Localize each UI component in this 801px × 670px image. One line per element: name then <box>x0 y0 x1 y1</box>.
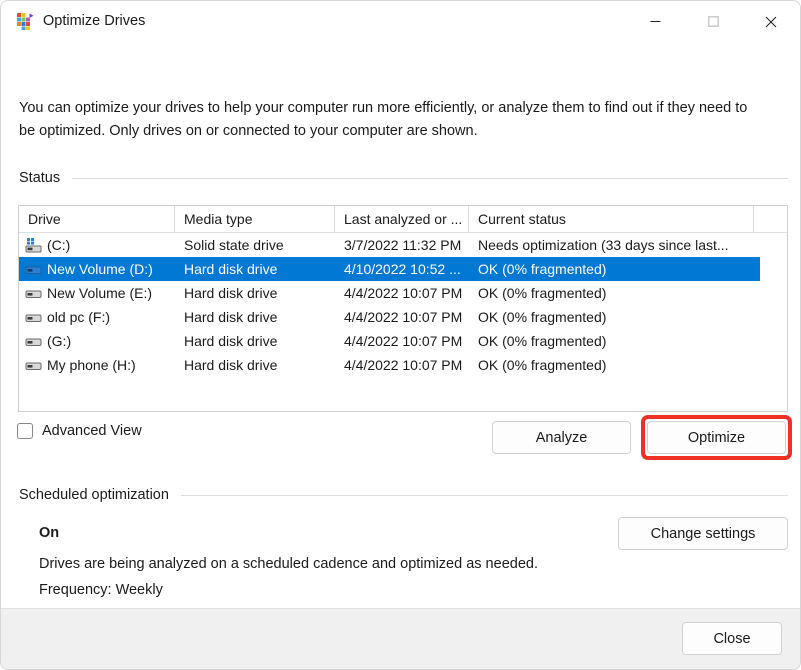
cell-drive: New Volume (E:) <box>19 281 175 305</box>
schedule-frequency: Frequency: Weekly <box>39 582 163 598</box>
cell-drive: old pc (F:) <box>19 305 175 329</box>
cell-last-analyzed: 4/4/2022 10:07 PM <box>335 305 469 329</box>
cell-current-status: OK (0% fragmented) <box>469 257 760 281</box>
cell-drive-label: My phone (H:) <box>47 353 136 377</box>
column-header-spacer[interactable] <box>754 206 787 232</box>
cell-media-type: Hard disk drive <box>175 305 335 329</box>
cell-drive-label: New Volume (E:) <box>47 281 152 305</box>
table-row[interactable]: New Volume (E:) Hard disk drive 4/4/2022… <box>19 281 760 305</box>
cell-drive-label: New Volume (D:) <box>47 257 153 281</box>
cell-drive: (C:) <box>19 233 175 257</box>
drives-list-header: Drive Media type Last analyzed or ... Cu… <box>19 206 787 233</box>
hard-disk-icon <box>25 357 42 374</box>
optimize-button[interactable]: Optimize <box>647 421 786 454</box>
system-drive-icon <box>25 237 42 254</box>
cell-drive-label: (G:) <box>47 329 71 353</box>
optimize-drives-icon <box>16 12 35 31</box>
status-group-header: Status <box>19 170 788 186</box>
cell-last-analyzed: 4/4/2022 10:07 PM <box>335 329 469 353</box>
cell-media-type: Hard disk drive <box>175 257 335 281</box>
maximize-button[interactable] <box>684 1 742 42</box>
intro-text: You can optimize your drives to help you… <box>19 97 759 143</box>
cell-drive: My phone (H:) <box>19 353 175 377</box>
table-row[interactable]: old pc (F:) Hard disk drive 4/4/2022 10:… <box>19 305 760 329</box>
table-row[interactable]: New Volume (D:) Hard disk drive 4/10/202… <box>19 257 760 281</box>
hard-disk-icon <box>25 261 42 278</box>
cell-media-type: Hard disk drive <box>175 329 335 353</box>
hard-disk-icon <box>25 333 42 350</box>
close-button[interactable] <box>742 1 800 42</box>
advanced-view-label: Advanced View <box>42 423 142 439</box>
status-group-label: Status <box>19 170 60 186</box>
table-row[interactable]: (C:) Solid state drive 3/7/2022 11:32 PM… <box>19 233 760 257</box>
cell-media-type: Hard disk drive <box>175 281 335 305</box>
title-bar: Optimize Drives <box>1 1 800 42</box>
cell-current-status: Needs optimization (33 days since last..… <box>469 233 760 257</box>
cell-drive: New Volume (D:) <box>19 257 175 281</box>
cell-current-status: OK (0% fragmented) <box>469 305 760 329</box>
cell-current-status: OK (0% fragmented) <box>469 329 760 353</box>
column-header-media-type[interactable]: Media type <box>175 206 335 232</box>
window-title: Optimize Drives <box>43 12 145 31</box>
table-row[interactable]: (G:) Hard disk drive 4/4/2022 10:07 PM O… <box>19 329 760 353</box>
advanced-view-checkbox[interactable]: Advanced View <box>17 423 142 439</box>
change-settings-button[interactable]: Change settings <box>618 517 788 550</box>
column-header-last-analyzed[interactable]: Last analyzed or ... <box>335 206 469 232</box>
schedule-description: Drives are being analyzed on a scheduled… <box>39 556 538 572</box>
scheduled-optimization-rule <box>181 495 788 496</box>
cell-current-status: OK (0% fragmented) <box>469 281 760 305</box>
cell-last-analyzed: 4/4/2022 10:07 PM <box>335 281 469 305</box>
close-dialog-button[interactable]: Close <box>682 622 782 655</box>
cell-drive: (G:) <box>19 329 175 353</box>
column-header-drive[interactable]: Drive <box>19 206 175 232</box>
schedule-state: On <box>39 525 59 541</box>
cell-media-type: Hard disk drive <box>175 353 335 377</box>
cell-drive-label: (C:) <box>47 233 70 257</box>
dialog-footer: Close <box>1 608 800 669</box>
status-group-rule <box>72 178 788 179</box>
table-row[interactable]: My phone (H:) Hard disk drive 4/4/2022 1… <box>19 353 760 377</box>
drives-list-rows: (C:) Solid state drive 3/7/2022 11:32 PM… <box>19 233 787 377</box>
cell-last-analyzed: 4/10/2022 10:52 ... <box>335 257 469 281</box>
hard-disk-icon <box>25 285 42 302</box>
minimize-button[interactable] <box>626 1 684 42</box>
optimize-drives-window: Optimize Drives You can optimize <box>0 0 801 670</box>
window-controls <box>626 1 800 42</box>
scheduled-optimization-label: Scheduled optimization <box>19 487 169 503</box>
cell-drive-label: old pc (F:) <box>47 305 110 329</box>
cell-current-status: OK (0% fragmented) <box>469 353 760 377</box>
scheduled-optimization-group-header: Scheduled optimization <box>19 487 788 503</box>
cell-last-analyzed: 4/4/2022 10:07 PM <box>335 353 469 377</box>
analyze-button[interactable]: Analyze <box>492 421 631 454</box>
hard-disk-icon <box>25 309 42 326</box>
drives-list[interactable]: Drive Media type Last analyzed or ... Cu… <box>18 205 788 412</box>
cell-media-type: Solid state drive <box>175 233 335 257</box>
cell-last-analyzed: 3/7/2022 11:32 PM <box>335 233 469 257</box>
checkbox-box[interactable] <box>17 423 33 439</box>
column-header-current-status[interactable]: Current status <box>469 206 754 232</box>
